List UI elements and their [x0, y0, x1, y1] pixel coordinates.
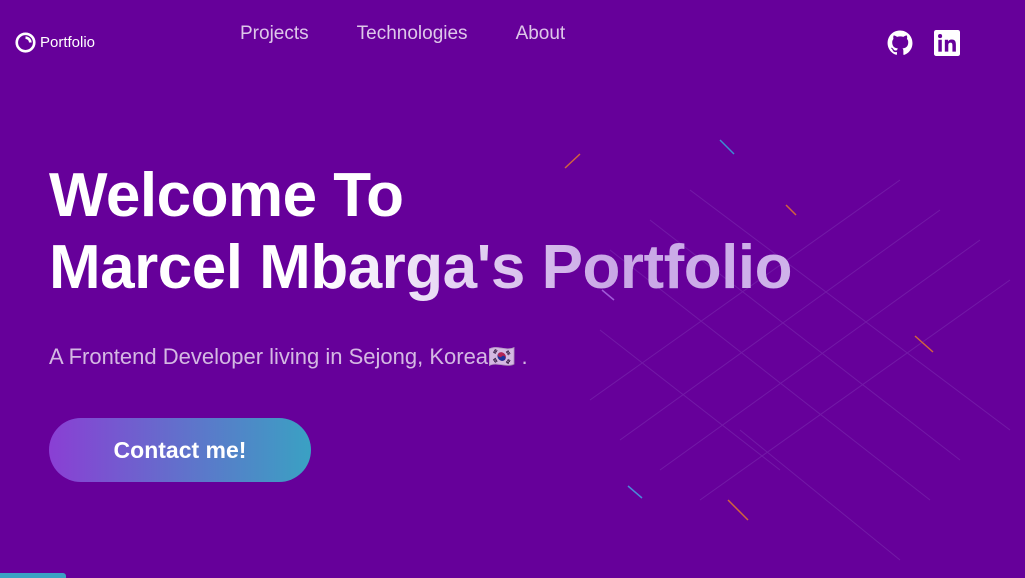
logo-text: Portfolio	[40, 34, 96, 51]
logo-link[interactable]: Portfolio	[15, 32, 95, 53]
main-nav: Projects Technologies About	[240, 23, 613, 45]
hero-section: Welcome To Marcel Mbarga's Portfolio A F…	[49, 160, 989, 482]
hero-title-line2: Marcel Mbarga's Portfolio	[49, 232, 989, 304]
nav-link-about[interactable]: About	[516, 23, 566, 45]
contact-me-button[interactable]: Contact me!	[49, 418, 311, 482]
linkedin-link[interactable]	[934, 30, 960, 61]
nav-link-projects[interactable]: Projects	[240, 23, 309, 45]
portfolio-logo-icon	[15, 32, 36, 53]
linkedin-icon	[934, 30, 960, 56]
hero-title: Welcome To Marcel Mbarga's Portfolio	[49, 160, 989, 304]
github-icon	[887, 30, 913, 55]
scroll-progress-bar	[0, 573, 66, 578]
social-links	[887, 30, 960, 61]
site-header: Portfolio Projects Technologies About	[0, 0, 1025, 80]
nav-link-technologies[interactable]: Technologies	[357, 23, 468, 45]
hero-title-line1: Welcome To	[49, 161, 404, 230]
github-link[interactable]	[887, 30, 913, 61]
portfolio-page: Portfolio Projects Technologies About We…	[0, 0, 1025, 578]
hero-subtitle: A Frontend Developer living in Sejong, K…	[49, 344, 528, 369]
